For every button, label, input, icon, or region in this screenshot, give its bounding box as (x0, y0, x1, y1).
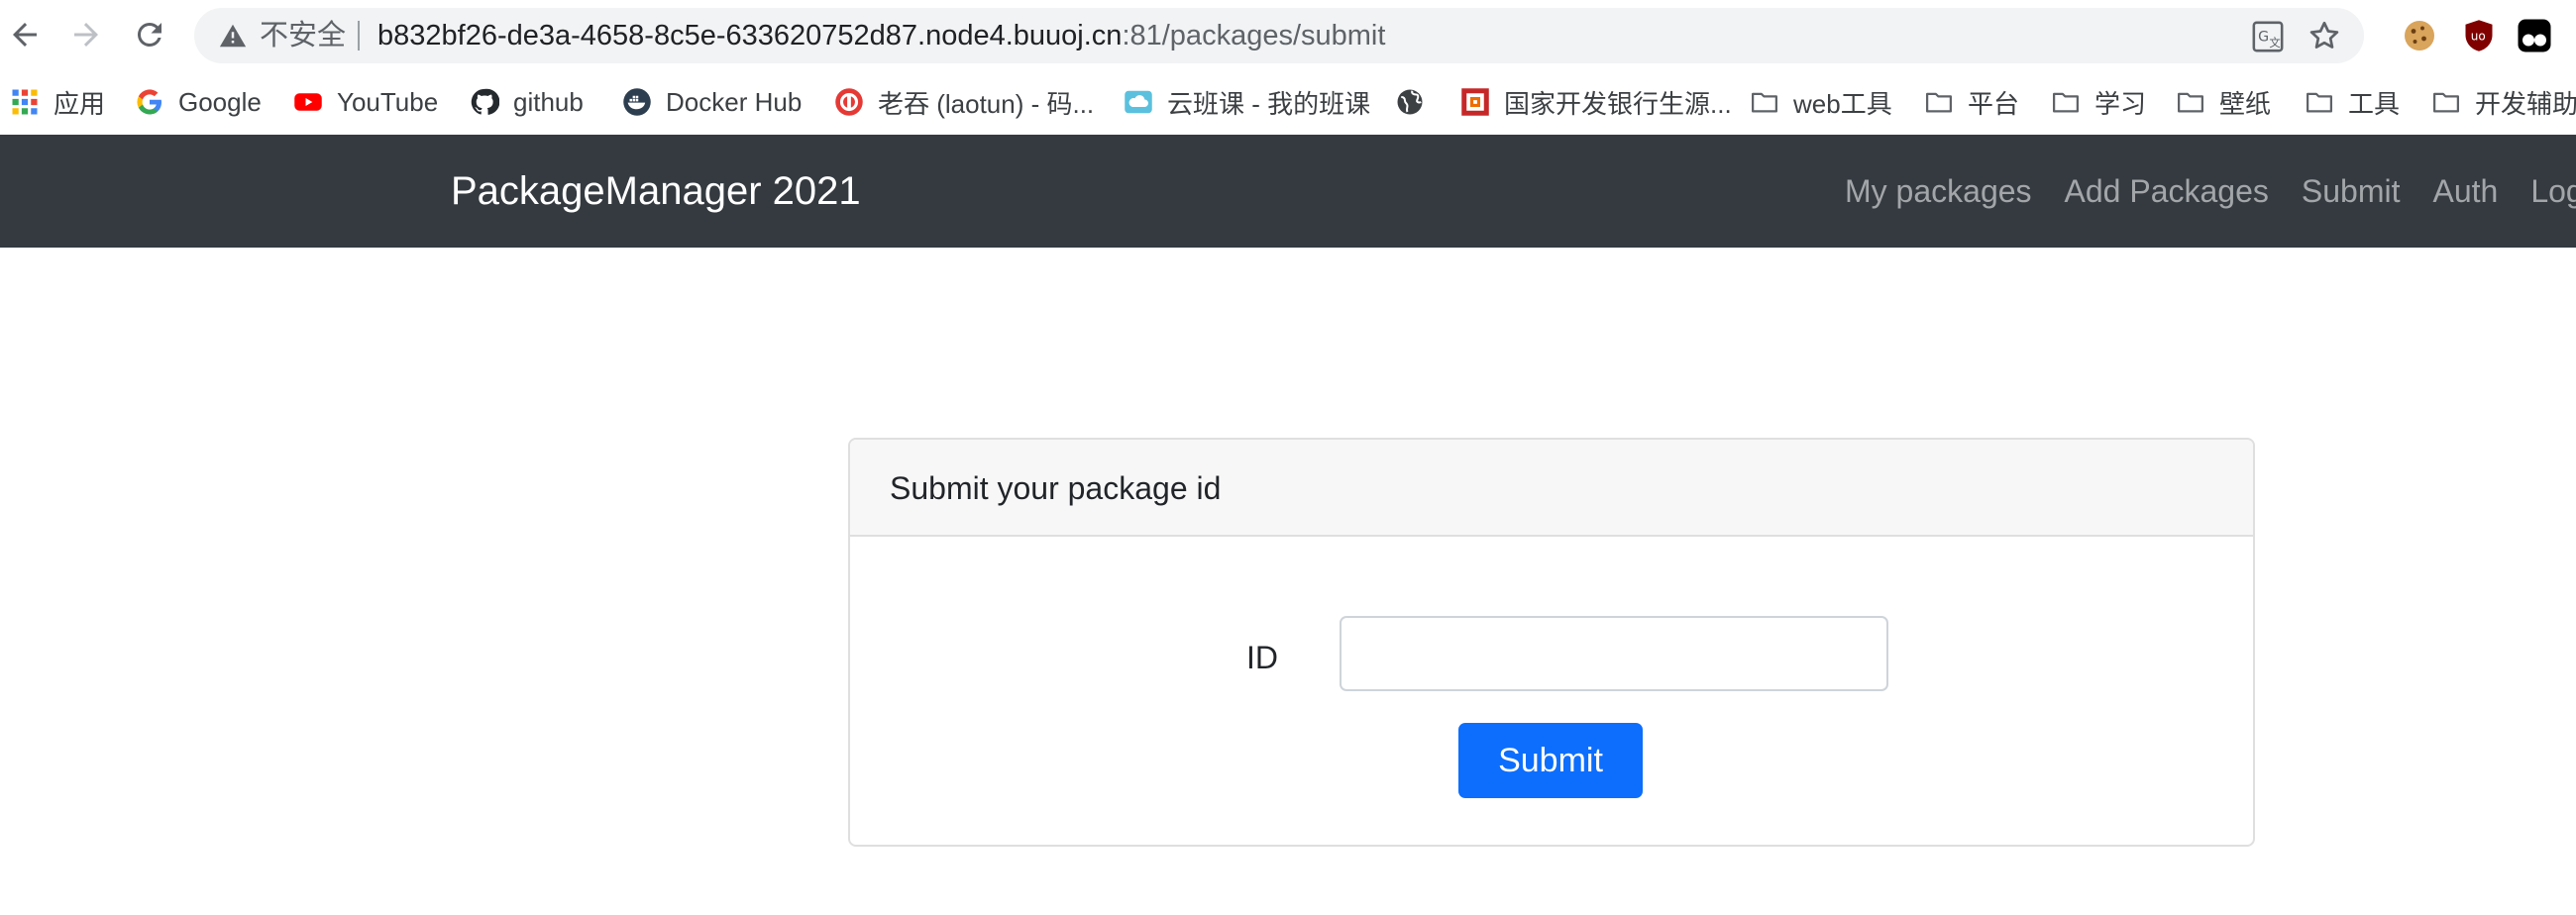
site-navbar: PackageManager 2021 My packages Add Pack… (0, 135, 2576, 248)
bookmark-docker-hub[interactable]: Docker Hub (622, 69, 802, 135)
bookmark-label: 国家开发银行生源... (1504, 88, 1732, 119)
warning-icon (219, 24, 247, 48)
bank-icon (1460, 87, 1490, 117)
bookmark-folder-platform[interactable]: 平台 (1924, 69, 2019, 135)
apps-grid-icon (10, 87, 40, 117)
id-label: ID (1246, 640, 1278, 675)
svg-text:文: 文 (2269, 36, 2280, 50)
folder-icon (2305, 87, 2334, 117)
browser-toolbar: 不安全 b832bf26-de3a-4658-8c5e-633620752d87… (0, 0, 2576, 69)
submit-button[interactable]: Submit (1458, 723, 1643, 798)
bookmark-label: Google (178, 86, 262, 117)
bookmark-laotun[interactable]: 老吞 (laotun) - 码... (834, 69, 1094, 135)
folder-icon (1924, 87, 1954, 117)
card-header: Submit your package id (850, 440, 2253, 537)
bookmark-label: 云班课 - 我的班课 (1167, 88, 1371, 119)
omnibox-divider (358, 21, 360, 51)
folder-icon (2431, 87, 2461, 117)
translate-icon[interactable]: G文 (2251, 20, 2285, 53)
url-host: b832bf26-de3a-4658-8c5e-633620752d87.nod… (377, 20, 1123, 51)
bookmark-label: web工具 (1793, 88, 1892, 119)
address-bar[interactable]: 不安全 b832bf26-de3a-4658-8c5e-633620752d87… (194, 8, 2364, 63)
nav-link-logout[interactable]: Logout (2530, 173, 2576, 210)
url-text[interactable]: b832bf26-de3a-4658-8c5e-633620752d87.nod… (377, 8, 1385, 63)
bookmark-folder-study[interactable]: 学习 (2051, 69, 2146, 135)
bookmark-label: 开发辅助 (2475, 88, 2576, 119)
google-icon (135, 87, 164, 117)
arrow-right-icon (74, 23, 98, 47)
bookmark-label: 应用 (54, 88, 106, 119)
svg-text:G: G (2258, 29, 2269, 45)
bookmark-label: 平台 (1968, 88, 2020, 119)
package-id-input[interactable] (1340, 616, 1888, 691)
bookmark-youtube[interactable]: YouTube (293, 69, 438, 135)
nav-link-add-packages[interactable]: Add Packages (2065, 173, 2269, 210)
folder-icon (1750, 87, 1779, 117)
laotun-icon (834, 87, 864, 117)
bookmark-label: 壁纸 (2219, 88, 2272, 119)
nav-link-auth[interactable]: Auth (2432, 173, 2498, 210)
bookmark-folder-web-tools[interactable]: web工具 (1750, 69, 1892, 135)
youtube-icon (293, 87, 323, 117)
bookmark-label: YouTube (337, 86, 439, 117)
bookmarks-bar: 应用 Google YouTube github Docker Hub 老吞 (… (0, 69, 2576, 135)
submit-card: Submit your package id ID Submit (848, 438, 2255, 847)
bookmark-folder-tools[interactable]: 工具 (2305, 69, 2400, 135)
folder-icon (2051, 87, 2081, 117)
forward-button[interactable] (65, 14, 107, 55)
bookmark-cloud-class[interactable]: 云班课 - 我的班课 (1124, 69, 1370, 135)
bookmark-label: Docker Hub (666, 86, 803, 117)
bookmark-label: 工具 (2348, 88, 2401, 119)
navbar-links: My packages Add Packages Submit Auth Log… (1845, 135, 2576, 248)
arrow-left-icon (13, 23, 37, 47)
nav-link-my-packages[interactable]: My packages (1845, 173, 2032, 210)
bookmark-label: 老吞 (laotun) - 码... (878, 88, 1095, 119)
bookmark-google[interactable]: Google (135, 69, 262, 135)
github-icon (470, 87, 499, 117)
folder-icon (2176, 87, 2205, 117)
bookmark-label: 学习 (2094, 88, 2147, 119)
reload-icon (137, 22, 161, 47)
back-button[interactable] (4, 14, 46, 55)
cloud-class-icon (1124, 87, 1153, 117)
navbar-brand[interactable]: PackageManager 2021 (451, 135, 861, 248)
nav-link-submit[interactable]: Submit (2302, 173, 2401, 210)
reload-button[interactable] (129, 14, 170, 55)
card-title: Submit your package id (890, 470, 1222, 506)
tampermonkey-extension-icon[interactable] (2517, 18, 2552, 53)
ublock-extension-icon[interactable]: uo (2461, 18, 2497, 53)
bookmark-bank[interactable]: 国家开发银行生源... (1460, 69, 1732, 135)
cookie-extension-icon[interactable] (2402, 18, 2437, 53)
bookmark-folder-dev-helper[interactable]: 开发辅助 (2431, 69, 2576, 135)
bookmark-label: github (513, 86, 584, 117)
bookmark-github[interactable]: github (470, 69, 584, 135)
bookmark-folder-wallpaper[interactable]: 壁纸 (2176, 69, 2271, 135)
svg-text:uo: uo (2471, 30, 2486, 44)
url-path: :81/packages/submit (1122, 20, 1386, 51)
bookmark-globe[interactable] (1395, 69, 1439, 135)
bookmark-apps[interactable]: 应用 (10, 69, 105, 135)
security-label[interactable]: 不安全 (260, 8, 346, 63)
bookmark-star-icon[interactable] (2307, 18, 2342, 53)
globe-icon (1395, 87, 1425, 117)
docker-icon (622, 87, 652, 117)
